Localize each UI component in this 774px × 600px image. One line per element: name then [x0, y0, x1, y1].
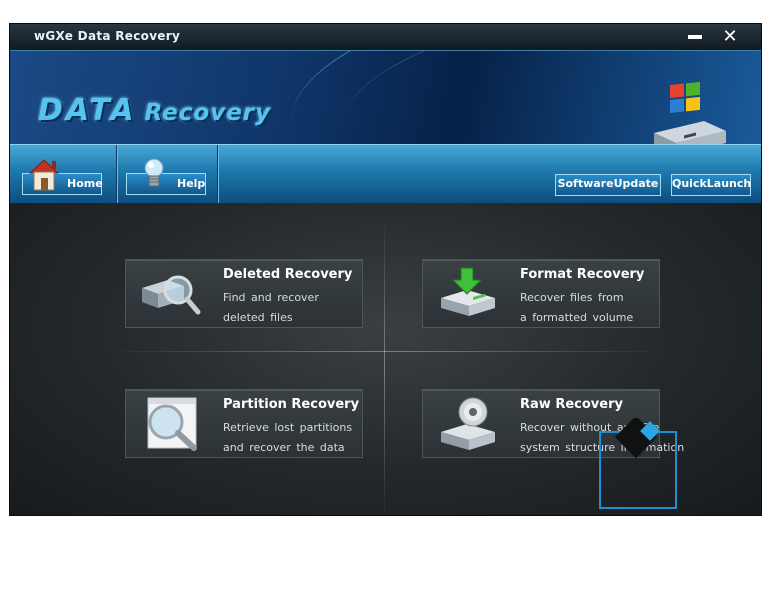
minimize-button[interactable]	[684, 26, 706, 48]
title-bar[interactable]: wGXe Data Recovery ✕	[10, 24, 761, 51]
card-title: Format Recovery	[520, 267, 645, 282]
home-button[interactable]: Home	[22, 159, 103, 195]
toolbar: Home Help SoftwareUpdate QuickLaunch	[10, 144, 761, 204]
drive-magnifier-icon	[142, 275, 201, 315]
help-button[interactable]: Help	[126, 158, 206, 195]
card-description: Find and recover deleted files	[223, 291, 319, 324]
card-title: Deleted Recovery	[223, 267, 353, 282]
window-magnifier-icon	[147, 397, 197, 451]
card-description: Retrieve lost partitions and recover the…	[223, 421, 353, 454]
partition-recovery-card[interactable]: Partition Recovery Retrieve lost partiti…	[125, 389, 363, 458]
lightbulb-icon	[144, 158, 164, 187]
window-title: wGXe Data Recovery	[34, 29, 181, 43]
card-description: Recover files from a formatted volume	[520, 291, 634, 324]
software-update-button[interactable]: SoftwareUpdate	[555, 174, 661, 196]
house-icon	[28, 159, 60, 191]
drive-disc-icon	[441, 397, 495, 450]
watermark-logo-icon	[599, 418, 677, 509]
hard-drive-windows-logo-icon	[654, 81, 726, 144]
minimize-icon	[688, 35, 702, 39]
card-title: Partition Recovery	[223, 397, 360, 412]
header-banner: DATA Recovery	[10, 51, 761, 144]
close-icon: ✕	[722, 26, 738, 47]
home-label: Home	[67, 177, 103, 190]
format-recovery-card[interactable]: Format Recovery Recover files from a for…	[422, 259, 660, 328]
card-title: Raw Recovery	[520, 397, 623, 412]
drive-download-arrow-icon	[441, 267, 495, 316]
logo-text-data: DATA	[38, 93, 137, 128]
quick-launch-button[interactable]: QuickLaunch	[671, 174, 751, 196]
logo-text-recovery: Recovery	[144, 100, 272, 126]
app-logo: DATA Recovery	[38, 93, 271, 128]
close-button[interactable]: ✕	[719, 26, 741, 48]
deleted-recovery-card[interactable]: Deleted Recovery Find and recover delete…	[125, 259, 363, 328]
help-label: Help	[177, 177, 206, 190]
